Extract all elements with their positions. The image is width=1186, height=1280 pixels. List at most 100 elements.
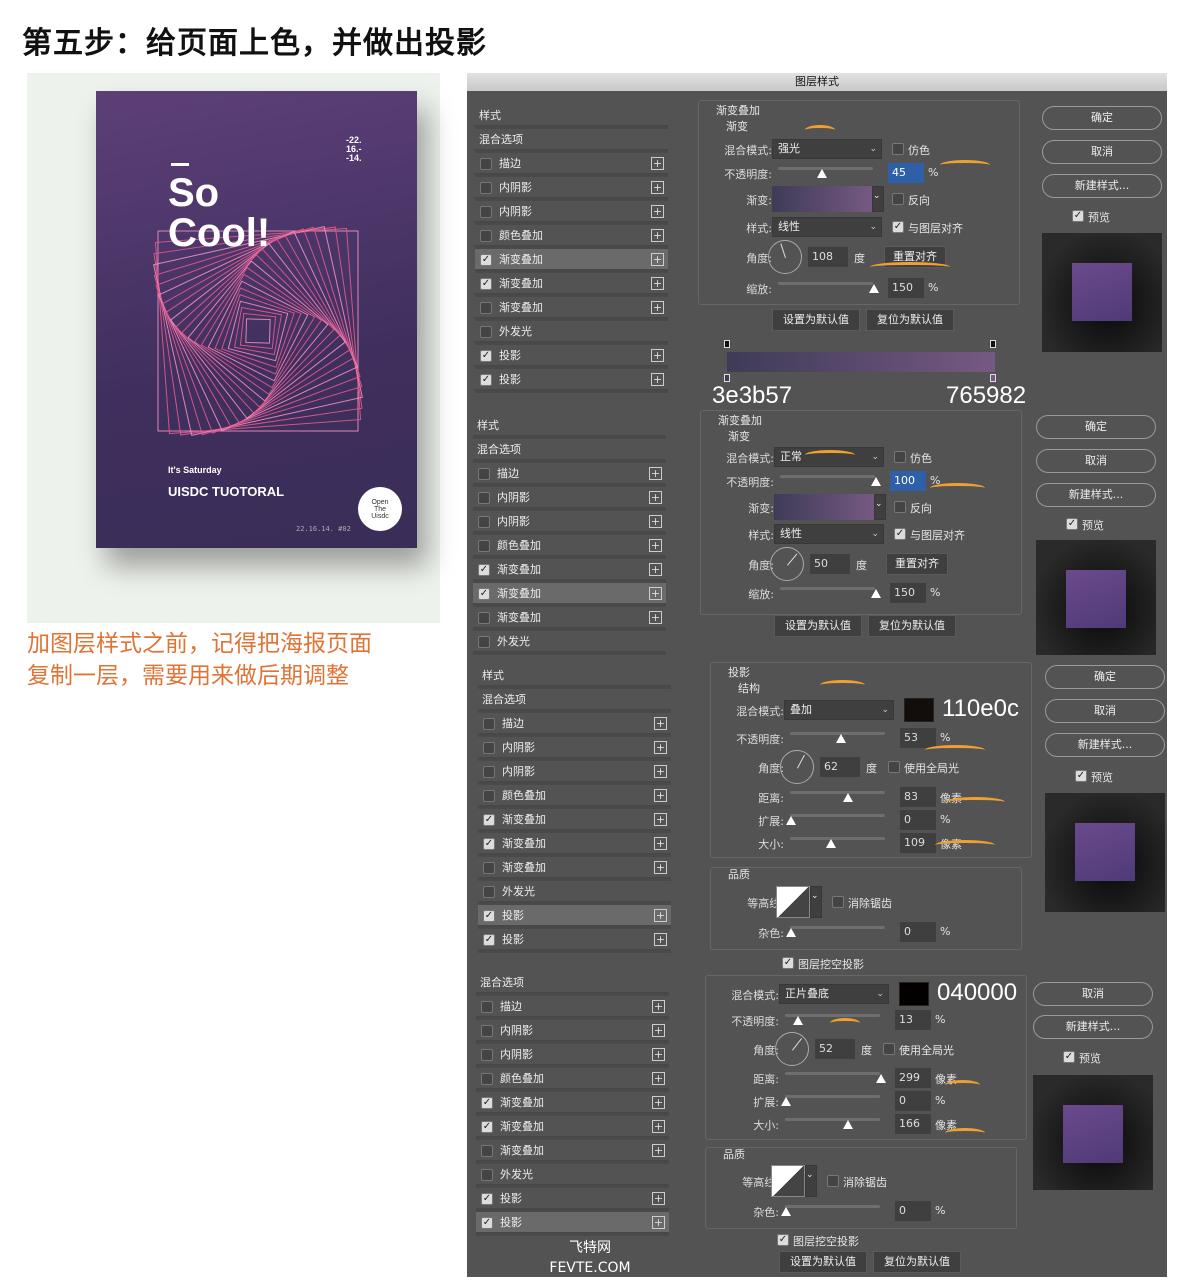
add-style-icon[interactable]: +: [651, 181, 664, 194]
new-style-button[interactable]: 新建样式...: [1033, 1015, 1153, 1039]
reset-to-default-button[interactable]: 复位为默认值: [873, 1251, 961, 1273]
checkbox[interactable]: ✓: [483, 838, 495, 850]
slider-thumb[interactable]: [781, 1207, 791, 1216]
slider-track[interactable]: [780, 475, 875, 478]
style-list-item[interactable]: 内阴影 +: [478, 737, 671, 759]
style-list-item[interactable]: 渐变叠加 +: [478, 857, 671, 879]
checkbox[interactable]: ✓: [480, 254, 492, 266]
add-style-icon[interactable]: +: [654, 789, 667, 802]
style-list-item[interactable]: 样式: [473, 415, 666, 437]
add-style-icon[interactable]: +: [654, 717, 667, 730]
slider-track[interactable]: [790, 926, 885, 929]
checkbox[interactable]: ✓: [480, 374, 492, 386]
checkbox[interactable]: ✓: [480, 278, 492, 290]
slider-track[interactable]: [785, 1095, 880, 1098]
style-list-item[interactable]: 外发光: [478, 881, 671, 903]
ok-button[interactable]: 确定: [1042, 106, 1162, 130]
style-list-item[interactable]: ✓ 渐变叠加 +: [473, 583, 666, 605]
style-list-item[interactable]: ✓ 投影 +: [475, 345, 668, 367]
style-list-item[interactable]: ✓ 渐变叠加 +: [476, 1116, 669, 1138]
checkbox[interactable]: [892, 143, 904, 155]
checkbox[interactable]: [478, 636, 490, 648]
cancel-button[interactable]: 取消: [1036, 449, 1156, 473]
style-list-item[interactable]: ✓ 渐变叠加 +: [476, 1092, 669, 1114]
style-list-item[interactable]: 颜色叠加 +: [476, 1068, 669, 1090]
style-list-item[interactable]: 内阴影 +: [473, 511, 666, 533]
checkbox[interactable]: ✓: [1072, 210, 1084, 222]
ok-button[interactable]: 确定: [1045, 665, 1165, 689]
gradient-picker[interactable]: [772, 186, 872, 212]
value-input[interactable]: 0: [895, 1201, 931, 1221]
slider-thumb[interactable]: [836, 734, 847, 743]
add-style-icon[interactable]: +: [652, 1000, 665, 1013]
slider-thumb[interactable]: [793, 1016, 804, 1025]
add-style-icon[interactable]: +: [654, 765, 667, 778]
blend-mode-select[interactable]: 线性 ⌄: [772, 217, 882, 237]
style-list-item[interactable]: ✓ 渐变叠加 +: [475, 249, 668, 271]
style-list-item[interactable]: 混合选项: [473, 439, 666, 461]
checkbox[interactable]: ✓: [478, 564, 490, 576]
slider-track[interactable]: [790, 791, 885, 794]
style-list-item[interactable]: 混合选项: [478, 689, 671, 711]
slider-thumb[interactable]: [876, 1074, 886, 1083]
checkbox[interactable]: [480, 326, 492, 338]
add-style-icon[interactable]: +: [649, 491, 662, 504]
angle-dial[interactable]: [780, 750, 814, 784]
style-list-item[interactable]: 渐变叠加 +: [475, 297, 668, 319]
blend-mode-select[interactable]: 正片叠底 ⌄: [779, 984, 889, 1004]
style-list-item[interactable]: 内阴影 +: [478, 761, 671, 783]
checkbox[interactable]: [481, 1049, 493, 1061]
style-list-item[interactable]: 样式: [478, 665, 671, 687]
add-style-icon[interactable]: +: [651, 229, 664, 242]
checkbox[interactable]: [480, 230, 492, 242]
style-list-item[interactable]: ✓ 投影 +: [476, 1188, 669, 1210]
reset-to-default-button[interactable]: 复位为默认值: [866, 309, 954, 331]
checkbox[interactable]: [894, 501, 906, 513]
slider-thumb[interactable]: [825, 839, 836, 848]
checkbox[interactable]: ✓: [478, 588, 490, 600]
style-list-item[interactable]: 描边 +: [476, 996, 669, 1018]
checkbox[interactable]: ✓: [483, 934, 495, 946]
slider-track[interactable]: [778, 282, 873, 285]
angle-input[interactable]: 62: [820, 757, 860, 777]
checkbox[interactable]: [883, 1043, 895, 1055]
slider-track[interactable]: [785, 1205, 880, 1208]
reset-align-button[interactable]: 重置对齐: [886, 553, 948, 575]
add-style-icon[interactable]: +: [654, 813, 667, 826]
add-style-icon[interactable]: +: [651, 157, 664, 170]
gradient-dropdown[interactable]: ⌄: [874, 494, 886, 520]
value-input[interactable]: 83: [900, 787, 936, 807]
add-style-icon[interactable]: +: [652, 1048, 665, 1061]
style-list-item[interactable]: ✓ 渐变叠加 +: [475, 273, 668, 295]
style-list-item[interactable]: 内阴影 +: [476, 1044, 669, 1066]
opacity-stop-icon[interactable]: [724, 340, 730, 348]
style-list-item[interactable]: ✓ 投影 +: [478, 929, 671, 951]
slider-thumb[interactable]: [871, 589, 881, 598]
checkbox[interactable]: [483, 718, 495, 730]
set-as-default-button[interactable]: 设置为默认值: [772, 309, 860, 331]
slider-thumb[interactable]: [871, 477, 881, 486]
contour-picker[interactable]: [776, 886, 810, 918]
angle-input[interactable]: 108: [808, 247, 848, 267]
contour-dropdown[interactable]: ⌄: [805, 1165, 817, 1197]
value-input[interactable]: 13: [895, 1010, 931, 1030]
slider-thumb[interactable]: [781, 1097, 791, 1106]
new-style-button[interactable]: 新建样式...: [1042, 174, 1162, 198]
checkbox[interactable]: [478, 540, 490, 552]
gradient-picker[interactable]: [774, 494, 874, 520]
add-style-icon[interactable]: +: [652, 1216, 665, 1229]
add-style-icon[interactable]: +: [649, 539, 662, 552]
slider-track[interactable]: [785, 1118, 880, 1121]
contour-picker[interactable]: [771, 1165, 805, 1197]
style-list-item[interactable]: ✓ 渐变叠加 +: [478, 833, 671, 855]
add-style-icon[interactable]: +: [652, 1120, 665, 1133]
style-list-item[interactable]: 颜色叠加 +: [478, 785, 671, 807]
slider-track[interactable]: [790, 837, 885, 840]
checkbox[interactable]: [480, 302, 492, 314]
slider-thumb[interactable]: [842, 1120, 853, 1129]
checkbox[interactable]: [481, 1169, 493, 1181]
style-list-item[interactable]: ✓ 投影 +: [475, 369, 668, 391]
add-style-icon[interactable]: +: [654, 741, 667, 754]
slider-track[interactable]: [790, 814, 885, 817]
opacity-stop-icon[interactable]: [990, 340, 996, 348]
